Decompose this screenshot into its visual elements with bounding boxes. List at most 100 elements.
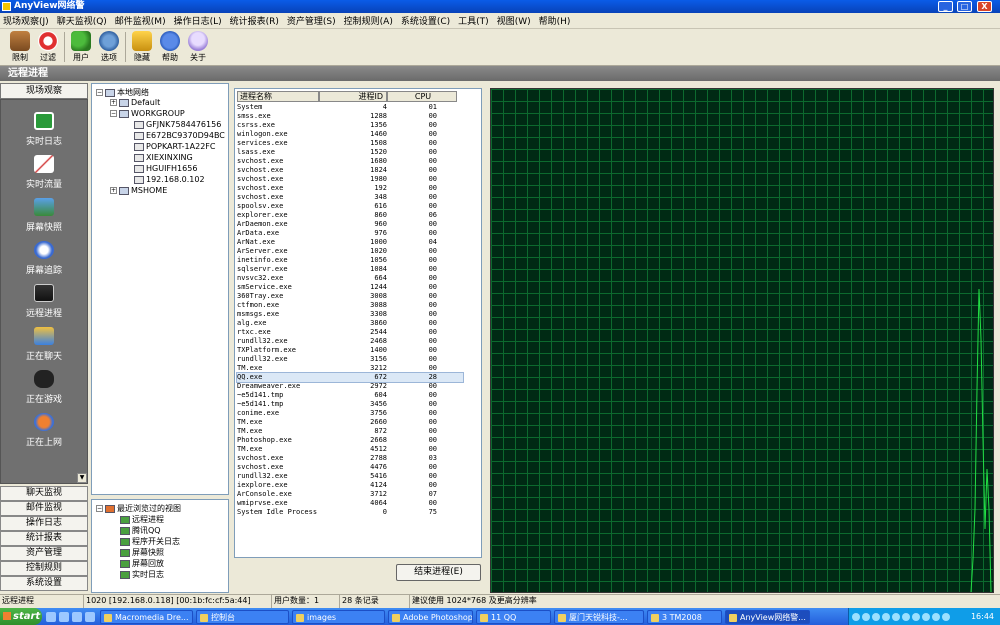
desktop-icon[interactable] [72, 611, 82, 622]
hide-button[interactable]: 隐藏 [130, 29, 154, 63]
process-row[interactable]: svchost.exe 1824 00 [237, 166, 463, 175]
filter-button[interactable]: 过滤 [36, 29, 60, 63]
recent-item[interactable]: 腾讯QQ [120, 525, 161, 536]
process-row[interactable]: smService.exe 1244 00 [237, 283, 463, 292]
process-row[interactable]: nvsvc32.exe 664 00 [237, 274, 463, 283]
nav-button-oplog[interactable]: 操作日志 [0, 516, 88, 531]
process-row[interactable]: rtxc.exe 2544 00 [237, 328, 463, 337]
process-row[interactable]: TM.exe 4512 00 [237, 445, 463, 454]
minimize-button[interactable]: _ [938, 1, 953, 12]
menu-rules[interactable]: 控制规则(A) [344, 14, 393, 27]
process-row[interactable]: inetinfo.exe 1056 00 [237, 256, 463, 265]
process-row[interactable]: TM.exe 3212 00 [237, 364, 463, 373]
nav-item-remote-process[interactable]: 远程进程 [1, 284, 87, 319]
tree-host[interactable]: XIEXINXING [134, 153, 193, 162]
tree-host[interactable]: E672BC9370D94BC [134, 131, 225, 140]
collapse-icon[interactable]: − [110, 110, 117, 117]
tree-host[interactable]: POPKART-1A22FC [134, 142, 215, 151]
task-tm2008[interactable]: 3 TM2008 [647, 609, 722, 624]
maximize-button[interactable]: □ [957, 1, 972, 12]
tree-group-mshome[interactable]: + MSHOME [110, 186, 167, 195]
options-button[interactable]: 选项 [97, 29, 121, 63]
tree-root[interactable]: − 本地网络 [96, 87, 149, 98]
task-dreamweaver[interactable]: Macromedia Dre... [100, 609, 193, 624]
nav-button-mail[interactable]: 邮件监视 [0, 501, 88, 516]
process-row[interactable]: svchost.exe 348 00 [237, 193, 463, 202]
recent-item[interactable]: 屏幕回放 [120, 558, 164, 569]
outlook-icon[interactable] [59, 611, 69, 622]
start-button[interactable]: start [0, 608, 42, 625]
tray-icon[interactable] [892, 612, 900, 621]
process-row[interactable]: svchost.exe 4476 00 [237, 463, 463, 472]
process-row[interactable]: ~e5d141.tmp 3456 00 [237, 400, 463, 409]
nav-item-gaming[interactable]: 正在游戏 [1, 370, 87, 405]
nav-item-screen-track[interactable]: 屏幕追踪 [1, 241, 87, 276]
process-row[interactable]: ArServer.exe 1020 00 [237, 247, 463, 256]
recent-root[interactable]: − 最近浏览过的视图 [96, 503, 181, 514]
recent-item[interactable]: 实时日志 [120, 569, 164, 580]
menu-settings[interactable]: 系统设置(C) [401, 14, 450, 27]
recent-item[interactable]: 远程进程 [120, 514, 164, 525]
nav-item-realtime-log[interactable]: 实时日志 [1, 112, 87, 147]
ie-icon[interactable] [46, 611, 56, 622]
column-header-cpu[interactable]: CPU [387, 91, 457, 102]
process-row[interactable]: TXPlatform.exe 1400 00 [237, 346, 463, 355]
process-row[interactable]: rundll32.exe 5416 00 [237, 472, 463, 481]
process-row[interactable]: System Idle Process 0 75 [237, 508, 463, 517]
process-row[interactable]: conime.exe 3756 00 [237, 409, 463, 418]
process-row[interactable]: alg.exe 3860 00 [237, 319, 463, 328]
tree-group-default[interactable]: + Default [110, 98, 160, 107]
menu-oplog[interactable]: 操作日志(L) [174, 14, 222, 27]
tray-icon[interactable] [862, 612, 870, 621]
process-row[interactable]: ArNat.exe 1000 04 [237, 238, 463, 247]
column-header-pid[interactable]: 进程ID [319, 91, 387, 102]
tree-host[interactable]: HGUIFH1656 [134, 164, 197, 173]
task-photoshop[interactable]: Adobe Photoshop [388, 609, 473, 624]
process-row[interactable]: iexplore.exe 4124 00 [237, 481, 463, 490]
close-button[interactable]: X [977, 1, 992, 12]
limit-button[interactable]: 限制 [8, 29, 32, 63]
process-row[interactable]: System 4 01 [237, 103, 463, 112]
menu-chat[interactable]: 聊天监视(Q) [57, 14, 107, 27]
recent-item[interactable]: 程序开关日志 [120, 536, 180, 547]
nav-header-live[interactable]: 现场观察 [0, 83, 88, 99]
nav-item-chatting[interactable]: 正在聊天 [1, 327, 87, 362]
nav-button-settings[interactable]: 系统设置 [0, 576, 88, 591]
process-row[interactable]: Dreamweaver.exe 2972 00 [237, 382, 463, 391]
nav-item-realtime-traffic[interactable]: 实时流量 [1, 155, 87, 190]
collapse-icon[interactable]: − [96, 505, 103, 512]
tree-group-workgroup[interactable]: − WORKGROUP [110, 109, 185, 118]
tray-icon[interactable] [932, 612, 940, 621]
nav-scroll-down[interactable]: ▼ [77, 473, 87, 483]
about-button[interactable]: 关于 [186, 29, 210, 63]
menu-help[interactable]: 帮助(H) [539, 14, 571, 27]
tray-icon[interactable] [852, 612, 860, 621]
menu-live[interactable]: 现场观察(J) [3, 14, 49, 27]
process-row[interactable]: Photoshop.exe 2668 00 [237, 436, 463, 445]
process-row[interactable]: spoolsv.exe 616 00 [237, 202, 463, 211]
tray-icon[interactable] [872, 612, 880, 621]
process-row[interactable]: TM.exe 872 00 [237, 427, 463, 436]
expand-icon[interactable]: + [110, 187, 117, 194]
process-row[interactable]: explorer.exe 860 06 [237, 211, 463, 220]
process-row[interactable]: rundll32.exe 2468 00 [237, 337, 463, 346]
process-row[interactable]: lsass.exe 1520 00 [237, 148, 463, 157]
process-row[interactable]: svchost.exe 192 00 [237, 184, 463, 193]
users-button[interactable]: 用户 [69, 29, 93, 63]
task-console[interactable]: 控制台 [196, 609, 289, 624]
menu-report[interactable]: 统计报表(R) [230, 14, 279, 27]
tray-icon[interactable] [922, 612, 930, 621]
process-row[interactable]: rundll32.exe 3156 00 [237, 355, 463, 364]
process-row[interactable]: services.exe 1508 00 [237, 139, 463, 148]
menu-mail[interactable]: 邮件监视(M) [115, 14, 166, 27]
nav-item-screenshot[interactable]: 屏幕快照 [1, 198, 87, 233]
process-row[interactable]: 360Tray.exe 3008 00 [237, 292, 463, 301]
tree-host[interactable]: 192.168.0.102 [134, 175, 205, 184]
nav-button-chat[interactable]: 聊天监视 [0, 486, 88, 501]
help-button[interactable]: 帮助 [158, 29, 182, 63]
process-row[interactable]: smss.exe 1288 00 [237, 112, 463, 121]
process-row[interactable]: svchost.exe 2788 03 [237, 454, 463, 463]
column-header-name[interactable]: 进程名称 [237, 91, 319, 102]
task-qq[interactable]: 11 QQ [476, 609, 551, 624]
process-row[interactable]: winlogon.exe 1460 00 [237, 130, 463, 139]
